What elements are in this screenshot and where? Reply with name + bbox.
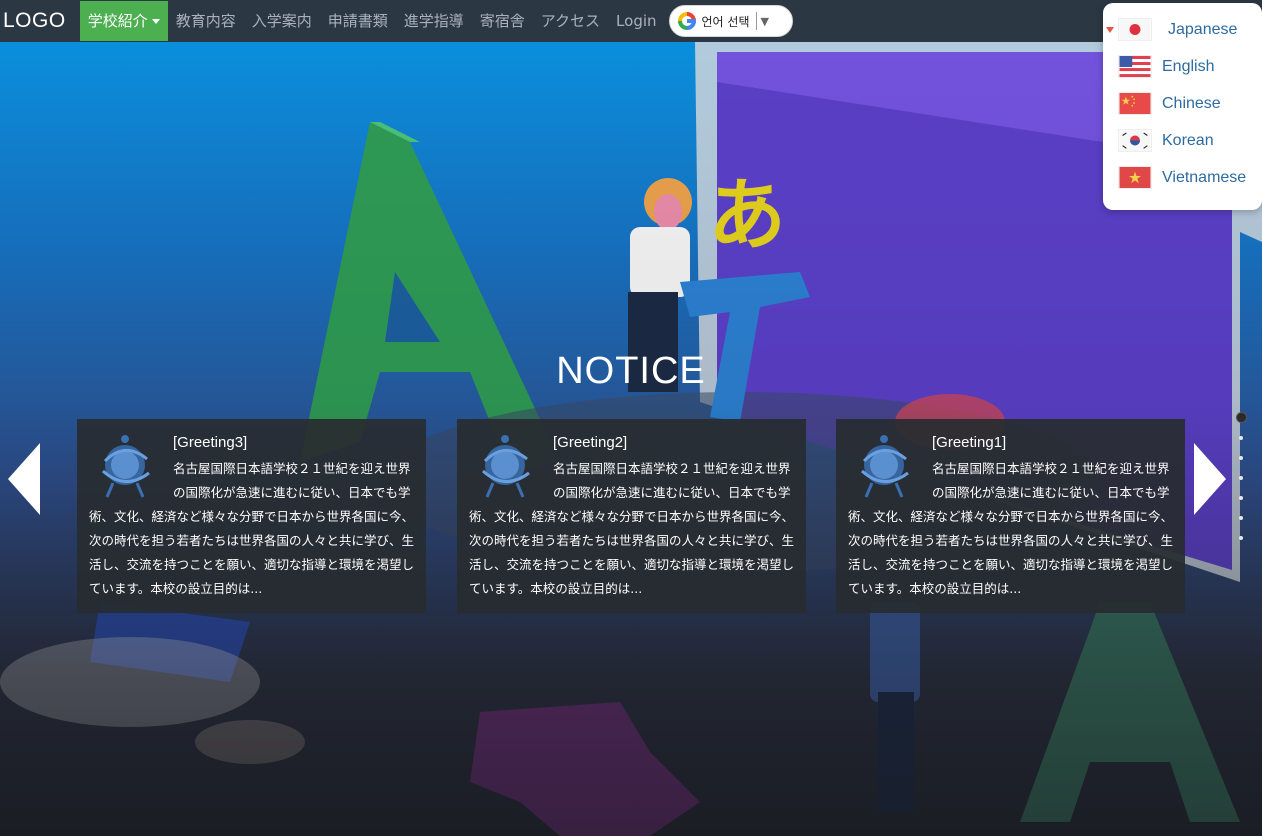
translate-divider: [755, 12, 757, 30]
carousel-dot[interactable]: [1239, 516, 1243, 520]
carousel-dot[interactable]: [1239, 476, 1243, 480]
notice-card[interactable]: [Greeting1] 名古屋国際日本語学校２１世紀を迎え世界の国際化が急速に進…: [836, 419, 1185, 613]
chevron-right-icon[interactable]: [1192, 441, 1228, 517]
korea-flag-icon: [1118, 129, 1152, 152]
china-flag-icon: [1118, 92, 1152, 115]
language-label: English: [1162, 57, 1215, 75]
carousel-dot[interactable]: [1239, 496, 1243, 500]
top-navbar: LOGO 学校紹介 教育内容 入学案内 申請書類 進学指導 寄宿舎 アクセス L…: [0, 0, 1262, 42]
google-translate-select[interactable]: 언어 선택 ▼: [668, 5, 793, 37]
dropdown-arrow-icon: ▼: [760, 14, 769, 28]
language-option-english[interactable]: English: [1103, 48, 1262, 85]
japan-flag-icon: [1118, 18, 1152, 41]
mascot-icon: [481, 435, 530, 498]
notice-card[interactable]: [Greeting3] 名古屋国際日本語学校２１世紀を迎え世界の国際化が急速に進…: [77, 419, 426, 613]
chevron-left-icon[interactable]: [6, 441, 42, 517]
caret-down-icon: [151, 19, 160, 24]
translate-label: 언어 선택: [701, 14, 750, 29]
carousel-dot-active[interactable]: [1235, 412, 1247, 423]
language-option-vietnamese[interactable]: Vietnamese: [1103, 159, 1262, 196]
language-option-korean[interactable]: Korean: [1103, 122, 1262, 159]
nav-item-dormitory[interactable]: 寄宿舎: [472, 0, 533, 42]
vietnam-flag-icon: [1118, 166, 1152, 189]
nav-item-label: 学校紹介: [87, 12, 148, 30]
carousel-dot[interactable]: [1239, 536, 1243, 540]
notice-heading: NOTICE: [556, 350, 706, 392]
nav-item-career[interactable]: 進学指導: [396, 0, 472, 42]
nav-item-education[interactable]: 教育内容: [168, 0, 244, 42]
language-option-japanese[interactable]: Japanese: [1103, 11, 1262, 48]
language-label: Japanese: [1168, 20, 1238, 38]
google-g-icon: [677, 12, 696, 30]
us-flag-icon: [1118, 55, 1152, 78]
language-menu: Japanese English Chinese Korean Vietname…: [1103, 3, 1262, 210]
language-label: Vietnamese: [1162, 168, 1247, 186]
nav-item-access[interactable]: アクセス: [533, 0, 608, 42]
notice-card[interactable]: [Greeting2] 名古屋国際日本語学校２１世紀を迎え世界の国際化が急速に進…: [457, 419, 806, 613]
nav-item-login[interactable]: Login: [608, 0, 664, 42]
selected-pointer-icon: [1106, 26, 1114, 33]
nav-item-forms[interactable]: 申請書類: [320, 0, 396, 42]
language-label: Chinese: [1162, 94, 1221, 112]
carousel-dot[interactable]: [1239, 456, 1243, 460]
mascot-icon: [860, 435, 909, 498]
language-option-chinese[interactable]: Chinese: [1103, 85, 1262, 122]
nav-item-admission[interactable]: 入学案内: [244, 0, 320, 42]
site-logo[interactable]: LOGO: [0, 9, 80, 33]
mascot-icon: [101, 435, 150, 498]
carousel-dot[interactable]: [1239, 436, 1243, 440]
carousel-dots: [1234, 412, 1248, 556]
nav-item-school-intro[interactable]: 学校紹介: [79, 1, 168, 41]
language-label: Korean: [1162, 131, 1214, 149]
